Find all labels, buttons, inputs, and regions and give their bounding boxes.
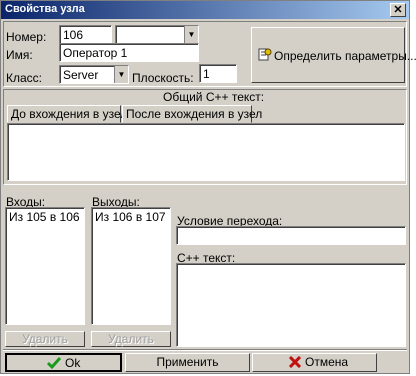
inputs-list[interactable]: Из 105 в 106 [5, 207, 85, 325]
outputs-delete-button[interactable]: Удалить [91, 331, 171, 347]
title-bar[interactable]: Свойства узла ✕ [1, 1, 409, 19]
tab-before-entry[interactable]: До вхождения в узел [7, 105, 127, 123]
ok-label: Ok [65, 356, 81, 370]
ok-button[interactable]: Ok [5, 353, 122, 372]
outputs-list[interactable]: Из 106 в 107 [91, 207, 171, 325]
tab-after-entry[interactable]: После вхождения в узел [122, 105, 262, 123]
condition-field[interactable] [176, 226, 406, 245]
chevron-down-icon[interactable]: ▼ [114, 66, 128, 83]
inputs-delete-button[interactable]: Удалить [5, 331, 85, 347]
name-label: Имя: [6, 48, 33, 62]
cancel-x-icon [288, 355, 302, 369]
number-label: Номер: [6, 30, 47, 44]
close-button[interactable]: ✕ [390, 3, 406, 17]
code-tabs: До вхождения в узел После вхождения в уз… [7, 105, 405, 123]
chevron-down-icon[interactable]: ▼ [184, 26, 198, 43]
number-field[interactable]: 106 [59, 25, 112, 44]
code-editor[interactable] [7, 123, 405, 181]
node-properties-dialog: Свойства узла ✕ Номер: 106 ▼ Имя: Операт… [0, 0, 416, 374]
level-field[interactable]: 1 [199, 64, 237, 83]
cancel-button[interactable]: Отмена [252, 353, 377, 372]
list-item[interactable]: Из 106 в 107 [92, 208, 170, 226]
name-field[interactable]: Оператор 1 [59, 43, 199, 62]
define-params-label: Определить параметры... [274, 49, 416, 63]
class-label: Класс: [6, 71, 42, 85]
apply-button[interactable]: Применить [125, 353, 250, 372]
define-params-button[interactable]: Определить параметры... [251, 27, 416, 83]
cancel-label: Отмена [305, 355, 349, 369]
class-select[interactable]: Server ▼ [59, 65, 129, 84]
params-icon [258, 47, 272, 61]
footer-divider [3, 349, 407, 351]
apply-label: Применить [156, 355, 219, 369]
checkmark-icon [46, 356, 62, 370]
list-item[interactable]: Из 105 в 106 [6, 208, 84, 226]
transition-code-editor[interactable] [176, 263, 406, 347]
window-title: Свойства узла [5, 3, 85, 15]
number-combo[interactable]: ▼ [115, 25, 199, 44]
level-label: Плоскость: [132, 71, 194, 85]
class-select-value: Server [63, 68, 99, 82]
code-title: Общий С++ текст: [163, 90, 265, 104]
